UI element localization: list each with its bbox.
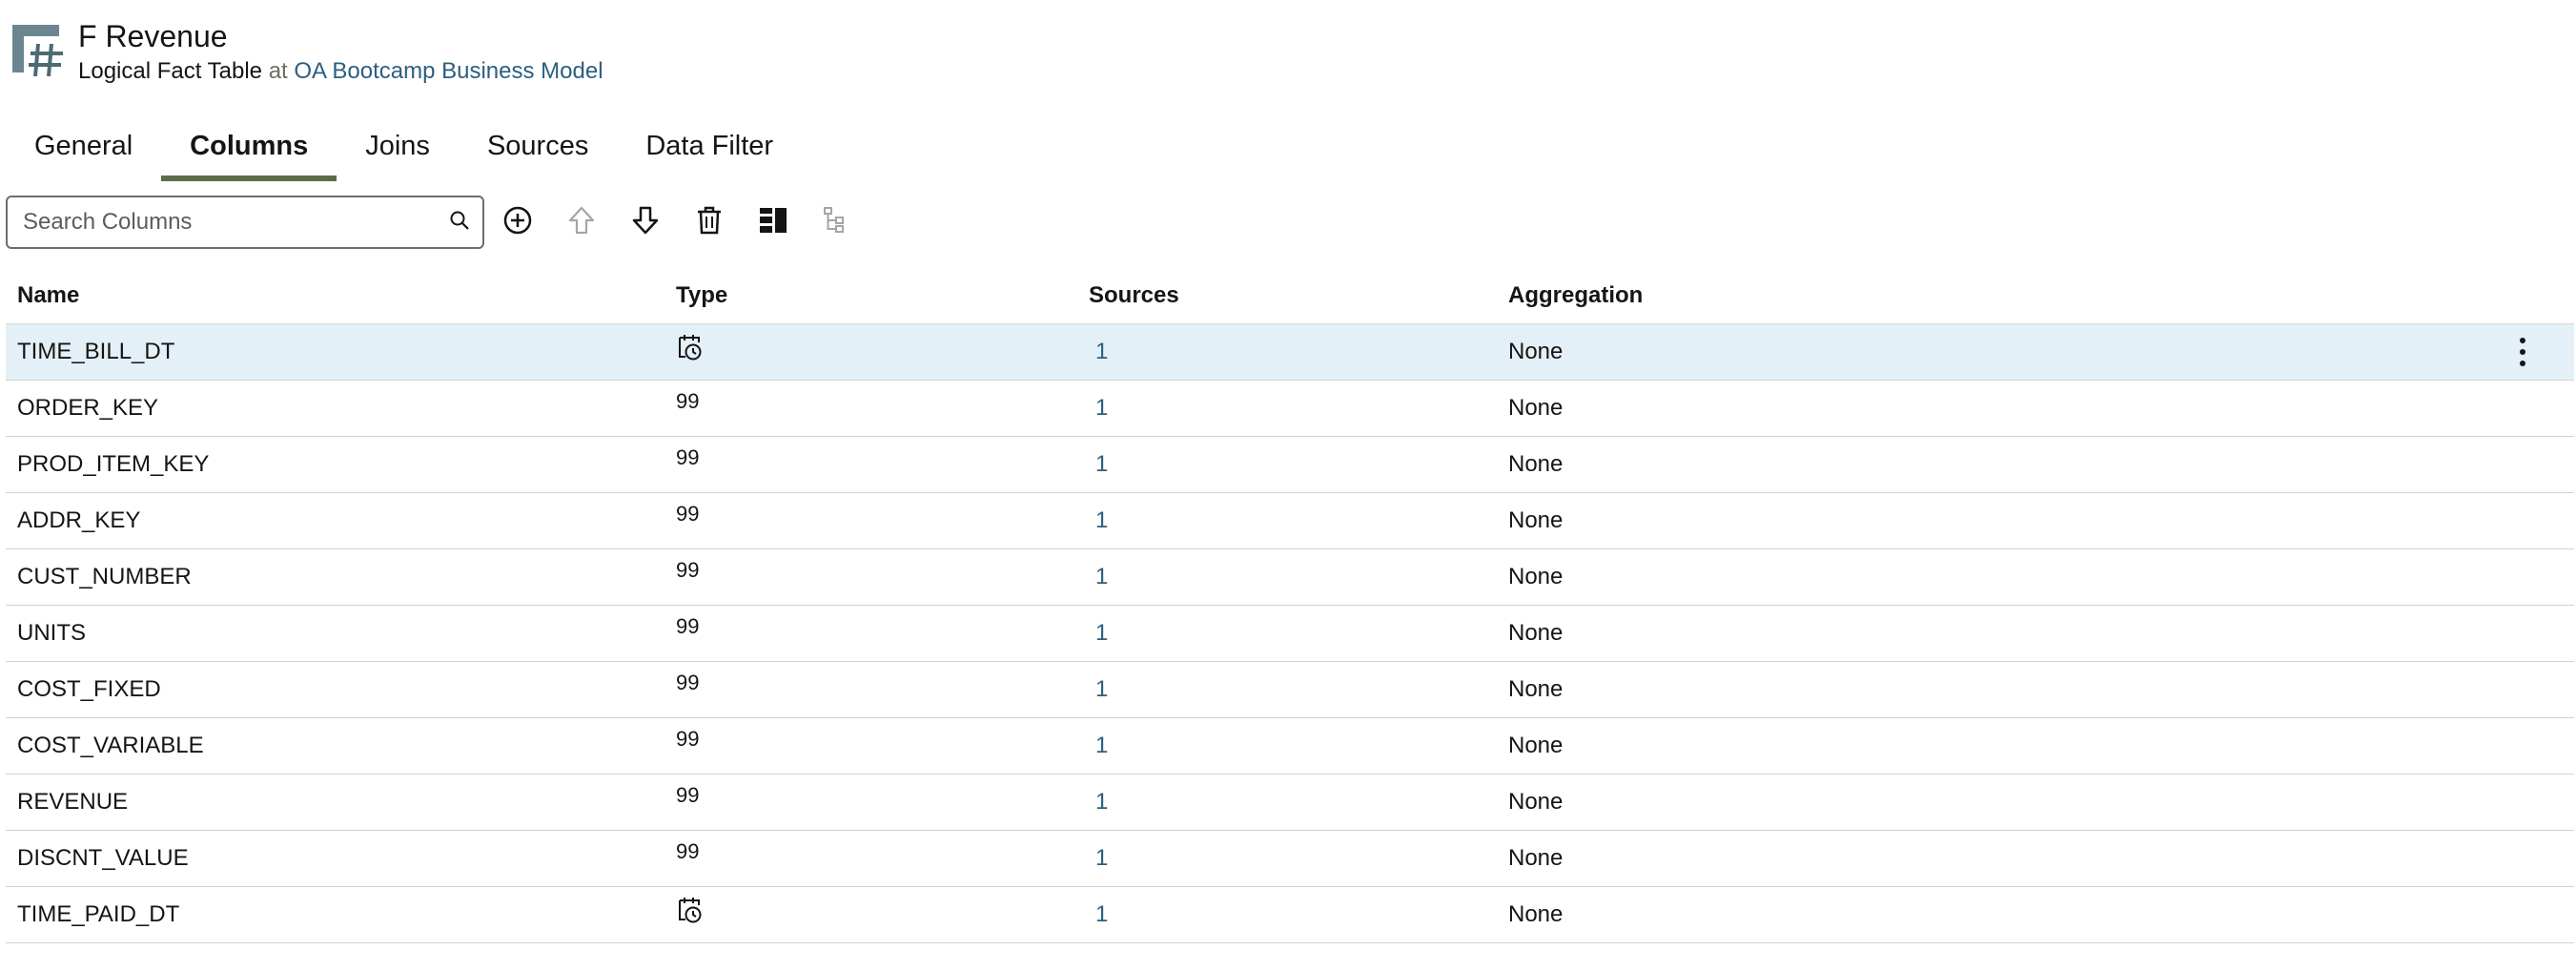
numeric-type-cell: 99 (676, 614, 700, 638)
columns-toolbar (6, 196, 857, 249)
table-row[interactable]: DISCNT_VALUE 99 1 None (6, 831, 2574, 887)
add-circle-icon (502, 205, 533, 240)
table-row[interactable]: CUST_NUMBER 99 1 None (6, 549, 2574, 606)
column-name-cell: DISCNT_VALUE (17, 845, 189, 871)
move-down-icon (631, 205, 660, 240)
aggregation-cell: None (1508, 507, 1564, 533)
date-time-icon (676, 333, 1089, 371)
numeric-type-cell: 99 (676, 389, 700, 413)
sources-count-link[interactable]: 1 (1089, 845, 1508, 872)
column-header-name[interactable]: Name (6, 282, 676, 309)
column-name-cell: TIME_BILL_DT (17, 339, 175, 364)
tab-joins[interactable]: Joins (337, 118, 459, 177)
aggregation-cell: None (1508, 339, 1564, 364)
move-down-button[interactable] (625, 202, 665, 242)
column-name-cell: REVENUE (17, 789, 129, 815)
move-up-icon (567, 205, 596, 240)
sources-count-link[interactable]: 1 (1089, 676, 1508, 703)
numeric-type-cell: 99 (676, 839, 700, 863)
table-row[interactable]: COST_VARIABLE 99 1 None (6, 718, 2574, 775)
sources-count-link[interactable]: 1 (1089, 901, 1508, 928)
aggregation-cell: None (1508, 845, 1564, 871)
numeric-type-cell: 99 (676, 671, 700, 694)
tab-sources[interactable]: Sources (459, 118, 617, 177)
numeric-type-cell: 99 (676, 502, 700, 526)
numeric-type-cell: 99 (676, 445, 700, 469)
page-title: F Revenue (78, 19, 228, 53)
table-row[interactable]: ADDR_KEY 99 1 None (6, 493, 2574, 549)
column-name-cell: TIME_PAID_DT (17, 901, 180, 927)
add-column-button[interactable] (498, 202, 538, 242)
search-icon[interactable] (448, 209, 471, 237)
sources-count-link[interactable]: 1 (1089, 564, 1508, 590)
aggregation-cell: None (1508, 564, 1564, 589)
tab-general[interactable]: General (6, 118, 161, 177)
column-header-aggregation[interactable]: Aggregation (1508, 282, 2574, 309)
sources-count-link[interactable]: 1 (1089, 507, 1508, 534)
column-name-cell: COST_VARIABLE (17, 733, 204, 758)
table-header-row: Name Type Sources Aggregation (6, 267, 2574, 324)
tab-columns[interactable]: Columns (161, 118, 337, 181)
table-row[interactable]: PROD_ITEM_KEY 99 1 None (6, 437, 2574, 493)
hierarchy-icon (823, 206, 851, 239)
row-actions-menu-icon[interactable] (2513, 334, 2532, 370)
aggregation-cell: None (1508, 789, 1564, 815)
column-name-cell: CUST_NUMBER (17, 564, 192, 589)
aggregation-cell: None (1508, 451, 1564, 477)
column-name-cell: UNITS (17, 620, 86, 646)
aggregation-cell: None (1508, 901, 1564, 927)
business-model-link[interactable]: OA Bootcamp Business Model (294, 58, 603, 84)
numeric-type-cell: 99 (676, 727, 700, 751)
column-name-cell: ADDR_KEY (17, 507, 141, 533)
sources-count-link[interactable]: 1 (1089, 451, 1508, 478)
subtitle-at-text: at (268, 58, 288, 84)
sources-count-link[interactable]: 1 (1089, 620, 1508, 647)
search-columns-input[interactable] (23, 209, 448, 236)
columns-table: Name Type Sources Aggregation TIME_BILL_… (6, 267, 2574, 943)
table-row[interactable]: REVENUE 99 1 None (6, 775, 2574, 831)
page-header: F Revenue Logical Fact Table at OA Bootc… (10, 17, 603, 89)
tab-bar: General Columns Joins Sources Data Filte… (6, 118, 802, 181)
numeric-type-cell: 99 (676, 558, 700, 582)
table-row[interactable]: TIME_PAID_DT 1 None (6, 887, 2574, 943)
table-row[interactable]: TIME_BILL_DT 1 None (6, 324, 2574, 381)
aggregation-cell: None (1508, 676, 1564, 702)
aggregation-cell: None (1508, 395, 1564, 421)
hierarchy-button[interactable] (817, 202, 857, 242)
sources-count-link[interactable]: 1 (1089, 789, 1508, 816)
sources-count-link[interactable]: 1 (1089, 733, 1508, 759)
column-name-cell: PROD_ITEM_KEY (17, 451, 210, 477)
aggregation-cell: None (1508, 620, 1564, 646)
aggregation-cell: None (1508, 733, 1564, 758)
numeric-type-cell: 99 (676, 783, 700, 807)
column-name-cell: ORDER_KEY (17, 395, 159, 421)
column-header-type[interactable]: Type (676, 282, 1089, 309)
column-name-cell: COST_FIXED (17, 676, 161, 702)
object-type-label: Logical Fact Table (78, 58, 263, 84)
table-row[interactable]: UNITS 99 1 None (6, 606, 2574, 662)
date-time-icon (676, 896, 1089, 934)
delete-column-button[interactable] (689, 202, 729, 242)
table-row[interactable]: COST_FIXED 99 1 None (6, 662, 2574, 718)
page-subtitle: Logical Fact Table at OA Bootcamp Busine… (78, 55, 603, 88)
sources-count-link[interactable]: 1 (1089, 339, 1508, 365)
delete-icon (695, 205, 724, 240)
table-row[interactable]: ORDER_KEY 99 1 None (6, 381, 2574, 437)
table-body: TIME_BILL_DT 1 None ORDER_KEY 99 1 None PROD_IT… (6, 324, 2574, 943)
column-header-sources[interactable]: Sources (1089, 282, 1508, 309)
search-columns-box (6, 196, 484, 249)
columns-layout-icon (758, 205, 788, 240)
move-up-button[interactable] (562, 202, 602, 242)
column-layout-button[interactable] (753, 202, 793, 242)
tab-data-filter[interactable]: Data Filter (617, 118, 802, 177)
sources-count-link[interactable]: 1 (1089, 395, 1508, 422)
logical-fact-table-icon (10, 17, 65, 77)
